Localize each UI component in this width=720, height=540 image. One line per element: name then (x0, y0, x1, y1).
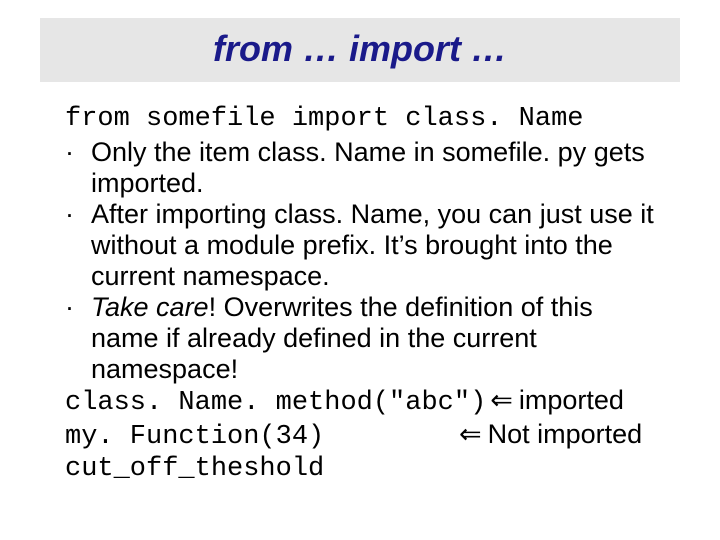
example-code: my. Function(34) (65, 422, 335, 453)
example-row: my. Function(34) ⇐ Not imported (65, 419, 665, 453)
slide-title: from … import … (213, 28, 507, 69)
example-row: class. Name. method("abc") ⇐ imported (65, 385, 665, 419)
example-code: class. Name. method("abc") (65, 388, 486, 419)
import-statement: from somefile import class. Name (65, 104, 665, 135)
bullet-item: · Take care! Overwrites the definition o… (65, 292, 665, 385)
example-label: imported (519, 385, 624, 416)
arrow-left-icon: ⇐ (455, 419, 488, 450)
bullet-dot-icon: · (65, 292, 91, 385)
bullet-item: · After importing class. Name, you can j… (65, 199, 665, 292)
bullet-text: Only the item class. Name in somefile. p… (91, 137, 665, 199)
title-bar: from … import … (40, 18, 680, 82)
example-label: Not imported (488, 419, 643, 450)
emphasis-fragment: Take care (91, 292, 209, 322)
bullet-dot-icon: · (65, 199, 91, 292)
bullet-text: Take care! Overwrites the definition of … (91, 292, 665, 385)
code-fragment: class. Name (258, 137, 407, 167)
bullet-dot-icon: · (65, 137, 91, 199)
code-fragment: somefile. py (442, 137, 586, 167)
example-code: cut_off_theshold (65, 454, 324, 485)
text-fragment: in (406, 137, 442, 167)
bullet-text: After importing class. Name, you can jus… (91, 199, 665, 292)
example-row: cut_off_theshold (65, 454, 665, 485)
arrow-left-icon: ⇐ (486, 385, 519, 416)
text-fragment: After importing (91, 199, 274, 229)
slide-body: from somefile import class. Name · Only … (65, 104, 665, 485)
text-fragment: Only the item (91, 137, 258, 167)
code-fragment: class. Name (274, 199, 423, 229)
slide: from … import … from somefile import cla… (0, 18, 720, 540)
bullet-item: · Only the item class. Name in somefile.… (65, 137, 665, 199)
